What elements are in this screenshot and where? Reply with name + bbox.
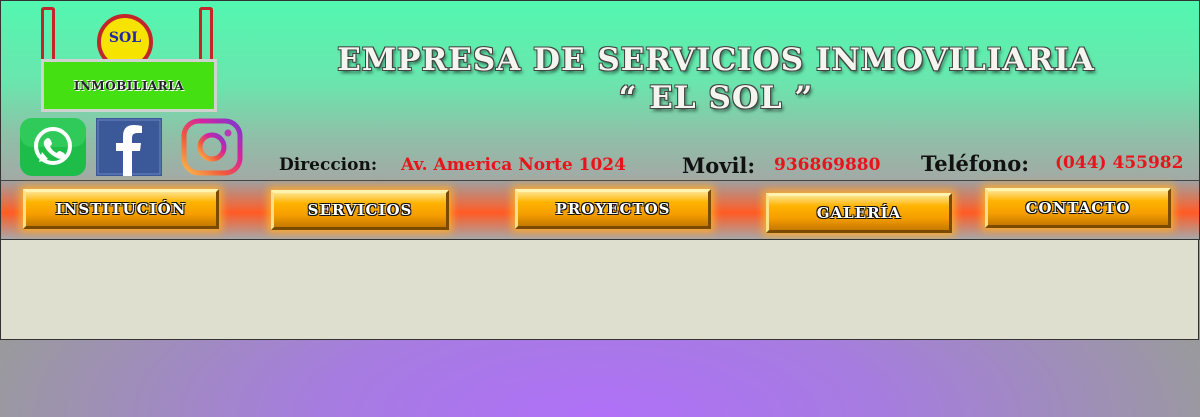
logo-sun-label: SOL xyxy=(108,30,142,46)
instagram-icon xyxy=(181,118,243,176)
nav-label-servicios: SERVICIOS xyxy=(307,201,413,219)
main-navigation: INSTITUCIÓN SERVICIOS PROYECTOS GALERÍA … xyxy=(0,180,1200,240)
main-content-area xyxy=(0,239,1199,340)
company-logo[interactable]: SOL INMOBILIARIA xyxy=(39,5,225,117)
phone-value: (044) 455982 xyxy=(1055,153,1184,173)
whatsapp-icon xyxy=(20,118,86,176)
nav-label-institucion: INSTITUCIÓN xyxy=(55,200,187,218)
whatsapp-link[interactable] xyxy=(20,118,86,176)
phone-label: Teléfono: xyxy=(921,151,1029,176)
nav-button-galeria[interactable]: GALERÍA xyxy=(766,193,952,233)
title-line-2: “ EL SOL ” xyxy=(618,80,814,116)
nav-button-servicios[interactable]: SERVICIOS xyxy=(271,190,449,230)
address-label: Direccion: xyxy=(279,155,378,175)
logo-board-label: INMOBILIARIA xyxy=(73,78,185,93)
title-line-1: EMPRESA DE SERVICIOS INMOVILIARIA xyxy=(337,42,1095,78)
page-title: EMPRESA DE SERVICIOS INMOVILIARIA “ EL S… xyxy=(301,41,1131,117)
mobile-label: Movil: xyxy=(682,153,756,178)
logo-sign-post-right xyxy=(199,7,213,66)
mobile-value: 936869880 xyxy=(774,155,881,175)
nav-button-contacto[interactable]: CONTACTO xyxy=(985,188,1171,228)
logo-board: INMOBILIARIA xyxy=(41,59,217,112)
logo-sign-post-left xyxy=(41,7,55,66)
instagram-link[interactable] xyxy=(179,118,245,176)
contact-info: Direccion: Av. America Norte 1024 Movil:… xyxy=(279,151,1194,181)
facebook-icon xyxy=(96,118,162,176)
nav-button-institucion[interactable]: INSTITUCIÓN xyxy=(23,189,219,229)
nav-label-galeria: GALERÍA xyxy=(816,204,902,222)
nav-label-proyectos: PROYECTOS xyxy=(555,200,671,218)
nav-label-contacto: CONTACTO xyxy=(1025,199,1131,217)
nav-button-proyectos[interactable]: PROYECTOS xyxy=(515,189,711,229)
site-header: SOL INMOBILIARIA EMPRESA DE SERVICIOS IN… xyxy=(0,0,1200,181)
facebook-link[interactable] xyxy=(96,118,162,176)
address-value: Av. America Norte 1024 xyxy=(401,155,626,175)
